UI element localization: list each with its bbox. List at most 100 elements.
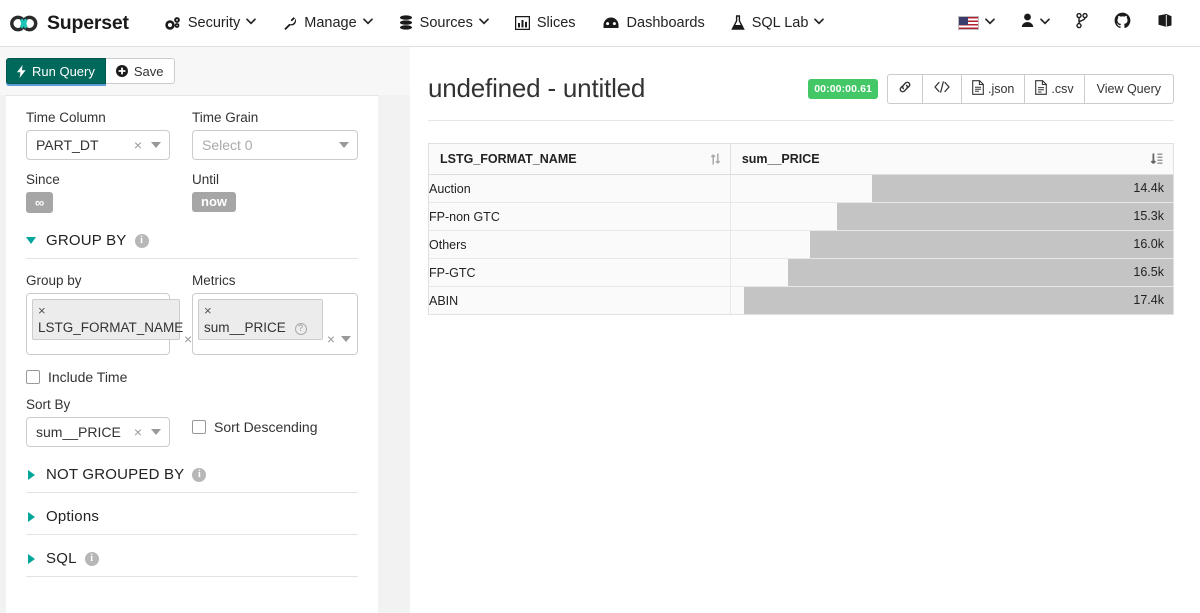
chevron-down-icon [479, 18, 489, 28]
time-column-select[interactable]: PART_DT × [26, 130, 170, 160]
embed-code-button[interactable] [921, 73, 961, 104]
section-header-group-by[interactable]: GROUP BY i [26, 232, 358, 259]
cell-category: Others [429, 230, 731, 259]
time-grain-select[interactable]: Select 0 [192, 130, 358, 160]
section-header-sql[interactable]: SQL i [26, 550, 358, 577]
explore-result-column: undefined - untitled 00:00:00.61 .json .… [410, 47, 1200, 613]
sort-by-select[interactable]: sum__PRICE × [26, 417, 170, 447]
include-time-control[interactable]: Include Time [26, 369, 358, 385]
table-row[interactable]: ABIN 17.4k [429, 286, 1173, 314]
bar-chart-icon [514, 16, 530, 30]
section-title-options: Options [46, 508, 100, 525]
clear-icon[interactable]: × [323, 331, 339, 347]
metrics-control: Metrics × sum__PRICE ? × [192, 273, 358, 355]
export-csv-button[interactable]: .csv [1024, 73, 1084, 104]
until-value-badge[interactable]: now [192, 192, 236, 212]
brand-title: Superset [47, 11, 129, 34]
since-value-badge[interactable]: ∞ [26, 192, 54, 213]
nav-item-sources-label: Sources [419, 15, 473, 31]
export-csv-label: .csv [1051, 81, 1074, 96]
sort-descending-control[interactable]: Sort Descending [192, 397, 358, 447]
language-selector[interactable] [945, 0, 1008, 46]
version-link[interactable] [1063, 0, 1101, 46]
share-link-button[interactable] [886, 73, 922, 104]
since-control: Since ∞ [26, 172, 192, 213]
chevron-down-icon [339, 142, 349, 148]
sort-unsorted-icon [710, 153, 721, 166]
token-remove-icon[interactable]: × [204, 302, 317, 319]
chart-header-actions: 00:00:00.61 .json .csv View Query [808, 73, 1174, 104]
run-query-button[interactable]: Run Query [6, 58, 106, 84]
table-header: LSTG_FORMAT_NAME sum__PRICE [429, 144, 1173, 175]
github-link[interactable] [1101, 0, 1144, 46]
save-button[interactable]: Save [105, 58, 175, 84]
table-header-cell-metric[interactable]: sum__PRICE [729, 144, 1173, 175]
info-icon[interactable]: i [192, 467, 207, 482]
nav-item-dashboards[interactable]: Dashboards [589, 0, 718, 46]
token-remove-icon[interactable]: × [38, 302, 174, 319]
plus-circle-icon [115, 65, 128, 77]
cell-category: FP-non GTC [429, 202, 731, 231]
cell-metric-value: 16.5k [1133, 265, 1164, 279]
until-control: Until now [192, 172, 358, 213]
group-by-select[interactable]: × LSTG_FORMAT_NAME × [26, 293, 209, 355]
table-row[interactable]: FP-non GTC 15.3k [429, 202, 1173, 231]
clear-icon[interactable]: × [127, 424, 149, 440]
time-column-label: Time Column [26, 110, 106, 125]
nav-item-manage[interactable]: Manage [269, 0, 385, 46]
brand-home-link[interactable]: Superset [10, 12, 129, 35]
git-branch-icon [1076, 12, 1088, 34]
info-icon[interactable]: i [84, 551, 99, 566]
section-title-group-by: GROUP BY [46, 232, 127, 249]
export-json-button[interactable]: .json [960, 73, 1025, 104]
help-icon[interactable]: ? [294, 322, 307, 335]
group-by-token[interactable]: × LSTG_FORMAT_NAME [32, 299, 183, 340]
book-icon [1157, 13, 1173, 33]
navbar-right-menu [945, 0, 1186, 46]
file-csv-icon [1035, 79, 1048, 98]
clear-icon[interactable]: × [127, 137, 149, 153]
sort-descending-row[interactable]: Sort Descending [192, 419, 358, 435]
chevron-down-icon [362, 18, 373, 28]
table-row[interactable]: FP-GTC 16.5k [429, 258, 1173, 287]
top-navbar: Superset Security Manage Sources Slices … [0, 0, 1200, 47]
chevron-down-icon [151, 142, 161, 148]
section-title-not-grouped-by: NOT GROUPED BY [46, 466, 185, 483]
metrics-select[interactable]: × sum__PRICE ? × [192, 293, 358, 355]
table-row[interactable]: Others 16.0k [429, 230, 1173, 259]
cell-metric-value: 17.4k [1133, 293, 1164, 307]
caret-right-icon [28, 469, 35, 480]
table-header-cell-category[interactable]: LSTG_FORMAT_NAME [429, 144, 731, 175]
nav-item-sql-lab[interactable]: SQL Lab [718, 0, 838, 46]
sort-descending-label: Sort Descending [214, 419, 318, 435]
include-time-checkbox[interactable] [26, 370, 40, 384]
github-icon [1114, 12, 1131, 34]
info-icon[interactable]: i [134, 233, 149, 248]
page-body: Run Query Save Time Column PART_DT × Tim… [0, 47, 1200, 613]
group-by-body: Group by × LSTG_FORMAT_NAME × Metrics × … [26, 259, 358, 447]
nav-item-sources[interactable]: Sources [386, 0, 502, 46]
dashboard-icon [602, 16, 620, 30]
infinity-logo-icon [10, 15, 38, 32]
section-header-options[interactable]: Options [26, 508, 358, 535]
user-menu[interactable] [1008, 0, 1063, 46]
time-grain-placeholder: Select 0 [202, 137, 253, 153]
section-header-not-grouped-by[interactable]: NOT GROUPED BY i [26, 466, 358, 493]
nav-item-security[interactable]: Security [151, 0, 269, 46]
nav-item-slices[interactable]: Slices [502, 0, 589, 46]
bolt-icon [17, 64, 26, 78]
table-row[interactable]: Auction 14.4k [429, 174, 1173, 203]
docs-link[interactable] [1144, 0, 1186, 46]
since-label: Since [26, 172, 60, 187]
caret-down-icon [26, 237, 36, 244]
time-column-control: Time Column PART_DT × [26, 110, 192, 160]
time-grain-label: Time Grain [192, 110, 259, 125]
chart-container: undefined - untitled 00:00:00.61 .json .… [410, 47, 1200, 613]
sort-descending-checkbox[interactable] [192, 420, 206, 434]
cell-metric: 17.4k [729, 286, 1173, 314]
metrics-token[interactable]: × sum__PRICE ? [198, 299, 323, 340]
view-query-button[interactable]: View Query [1083, 73, 1174, 104]
caret-right-icon [28, 553, 35, 564]
sort-by-control: Sort By sum__PRICE × [26, 397, 192, 447]
table-body: Auction 14.4k FP-non GTC 15.3k Others 16.0k FP… [429, 174, 1173, 314]
